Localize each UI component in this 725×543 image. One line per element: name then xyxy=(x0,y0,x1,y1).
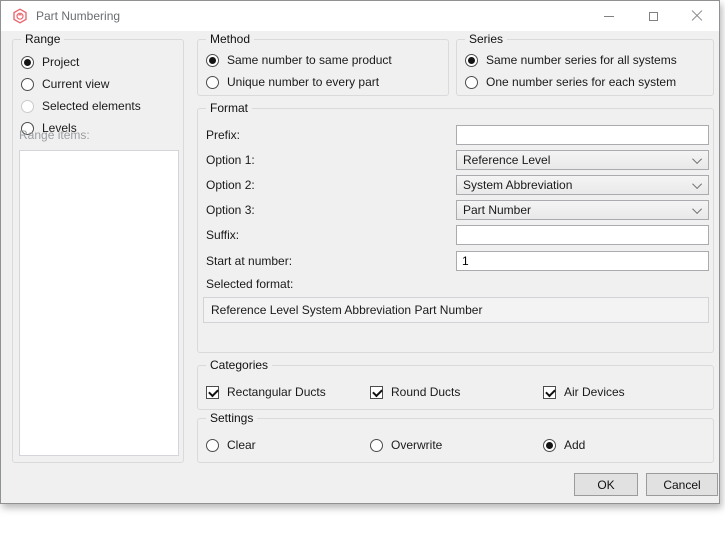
chevron-down-icon xyxy=(692,204,702,214)
ok-button[interactable]: OK xyxy=(574,473,638,496)
checkbox-label: Rectangular Ducts xyxy=(227,385,326,399)
radio-label: Clear xyxy=(227,438,256,452)
suffix-label: Suffix: xyxy=(206,228,239,242)
radio-icon xyxy=(206,76,219,89)
checkbox-label: Round Ducts xyxy=(391,385,460,399)
checkbox-label: Air Devices xyxy=(564,385,625,399)
window-title: Part Numbering xyxy=(36,9,120,23)
radio-label: Current view xyxy=(42,77,109,91)
option3-label: Option 3: xyxy=(206,203,255,217)
option3-select[interactable]: Part Number xyxy=(456,200,709,220)
radio-label: Unique number to every part xyxy=(227,75,379,89)
series-legend: Series xyxy=(465,32,507,47)
option2-select[interactable]: System Abbreviation xyxy=(456,175,709,195)
radio-icon xyxy=(21,78,34,91)
radio-icon xyxy=(543,439,556,452)
radio-one-series-each-system[interactable]: One number series for each system xyxy=(465,75,676,89)
cancel-button[interactable]: Cancel xyxy=(646,473,718,496)
categories-group: Categories Rectangular Ducts Round Ducts… xyxy=(197,365,714,410)
method-legend: Method xyxy=(206,32,254,47)
radio-icon xyxy=(206,439,219,452)
radio-icon xyxy=(21,56,34,69)
radio-icon xyxy=(370,439,383,452)
radio-icon xyxy=(465,54,478,67)
checkbox-air-devices[interactable]: Air Devices xyxy=(543,385,625,399)
start-at-number-label: Start at number: xyxy=(206,254,292,268)
suffix-input[interactable] xyxy=(456,225,709,245)
maximize-button[interactable] xyxy=(631,1,675,31)
maximize-icon xyxy=(649,12,658,21)
radio-current-view[interactable]: Current view xyxy=(21,77,109,91)
radio-same-series-all-systems[interactable]: Same number series for all systems xyxy=(465,53,677,67)
selected-format-box: Reference Level System Abbreviation Part… xyxy=(203,297,709,323)
checkbox-icon xyxy=(543,386,556,399)
close-button[interactable] xyxy=(675,1,719,31)
radio-project[interactable]: Project xyxy=(21,55,79,69)
radio-icon xyxy=(465,76,478,89)
settings-legend: Settings xyxy=(206,411,257,426)
start-at-number-input[interactable] xyxy=(456,251,709,271)
checkbox-icon xyxy=(370,386,383,399)
format-group: Format Prefix: Option 1: Reference Level… xyxy=(197,108,714,353)
radio-clear[interactable]: Clear xyxy=(206,438,256,452)
radio-selected-elements: Selected elements xyxy=(21,99,141,113)
minimize-icon xyxy=(604,16,614,17)
prefix-input[interactable] xyxy=(456,125,709,145)
radio-label: Same number to same product xyxy=(227,53,392,67)
option2-value: System Abbreviation xyxy=(463,178,572,192)
settings-group: Settings Clear Overwrite Add xyxy=(197,418,714,463)
option2-label: Option 2: xyxy=(206,178,255,192)
series-group: Series Same number series for all system… xyxy=(456,39,714,96)
option3-value: Part Number xyxy=(463,203,531,217)
radio-overwrite[interactable]: Overwrite xyxy=(370,438,442,452)
radio-label: Same number series for all systems xyxy=(486,53,677,67)
radio-label: Selected elements xyxy=(42,99,141,113)
checkbox-rectangular-ducts[interactable]: Rectangular Ducts xyxy=(206,385,326,399)
format-legend: Format xyxy=(206,101,252,116)
radio-label: Overwrite xyxy=(391,438,442,452)
radio-add[interactable]: Add xyxy=(543,438,585,452)
method-group: Method Same number to same product Uniqu… xyxy=(197,39,449,96)
radio-label: Project xyxy=(42,55,79,69)
close-icon xyxy=(691,10,703,22)
selected-format-label: Selected format: xyxy=(206,277,293,291)
prefix-label: Prefix: xyxy=(206,128,240,142)
range-legend: Range xyxy=(21,32,64,47)
option1-value: Reference Level xyxy=(463,153,550,167)
radio-unique-number-every-part[interactable]: Unique number to every part xyxy=(206,75,379,89)
selected-format-value: Reference Level System Abbreviation Part… xyxy=(211,303,482,317)
radio-same-number-same-product[interactable]: Same number to same product xyxy=(206,53,392,67)
radio-icon xyxy=(206,54,219,67)
chevron-down-icon xyxy=(692,179,702,189)
radio-label: Add xyxy=(564,438,585,452)
option1-label: Option 1: xyxy=(206,153,255,167)
categories-legend: Categories xyxy=(206,358,272,373)
minimize-button[interactable] xyxy=(587,1,631,31)
app-logo-icon xyxy=(12,8,28,24)
radio-label: One number series for each system xyxy=(486,75,676,89)
option1-select[interactable]: Reference Level xyxy=(456,150,709,170)
chevron-down-icon xyxy=(692,154,702,164)
radio-icon xyxy=(21,100,34,113)
part-numbering-dialog: Part Numbering Range Project Current vie… xyxy=(0,0,720,504)
range-items-label: Range items: xyxy=(19,128,90,142)
checkbox-icon xyxy=(206,386,219,399)
range-items-listbox[interactable] xyxy=(19,150,179,456)
title-bar: Part Numbering xyxy=(1,1,719,31)
checkbox-round-ducts[interactable]: Round Ducts xyxy=(370,385,460,399)
range-group: Range Project Current view Selected elem… xyxy=(12,39,184,463)
